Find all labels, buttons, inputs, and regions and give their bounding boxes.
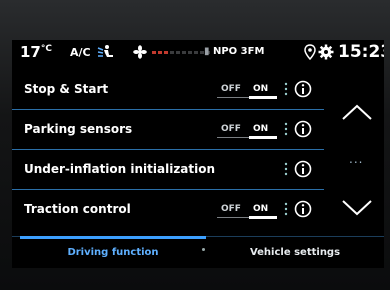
location-pin-icon: [304, 44, 316, 60]
status-bar: 17°C A/C ▮ NPO 3FM 15:2: [12, 40, 384, 66]
setting-label: Traction control: [24, 202, 131, 216]
setting-label: Parking sensors: [24, 122, 133, 136]
clock: 15:23: [338, 42, 384, 62]
more-options-icon[interactable]: [284, 202, 288, 216]
setting-row-under-inflation[interactable]: Under-inflation initialization: [12, 150, 324, 190]
toggle-thumb: [249, 216, 277, 219]
setting-label: Under-inflation initialization: [24, 162, 216, 176]
fan-speed-segment: [170, 51, 174, 54]
tab-driving-function[interactable]: Driving function: [20, 236, 206, 268]
tab-label: Vehicle settings: [249, 247, 341, 258]
scroll-panel: ...: [330, 70, 384, 235]
fan-speed-segment: [188, 51, 192, 54]
fan-icon[interactable]: [133, 45, 147, 59]
toggle-on-label: ON: [253, 84, 269, 94]
bottom-tabs: Driving function Vehicle settings: [12, 236, 384, 268]
radio-station[interactable]: ▮ NPO 3FM: [204, 46, 264, 57]
toggle-thumb: [249, 96, 277, 99]
fan-speed-bar: [152, 51, 210, 54]
toggle-thumb: [249, 136, 277, 139]
fan-speed-segment: [158, 51, 162, 54]
temperature-unit: °C: [40, 44, 52, 54]
setting-row-stop-start[interactable]: Stop & Start OFF ON: [12, 70, 324, 110]
scroll-down-icon[interactable]: [340, 198, 374, 218]
toggle-off-label: OFF: [221, 204, 241, 214]
toggle-on-label: ON: [253, 204, 269, 214]
toggle-off-label: OFF: [221, 84, 241, 94]
setting-row-traction-control[interactable]: Traction control OFF ON: [12, 190, 324, 230]
info-icon[interactable]: [294, 80, 312, 98]
info-icon[interactable]: [294, 120, 312, 138]
info-icon[interactable]: [294, 200, 312, 218]
ac-button[interactable]: A/C: [70, 46, 91, 59]
fan-speed-segment: [182, 51, 186, 54]
info-icon[interactable]: [294, 160, 312, 178]
radio-station-label: NPO 3FM: [212, 46, 265, 57]
scroll-up-icon[interactable]: [340, 102, 374, 122]
traction-control-toggle[interactable]: OFF ON: [217, 202, 277, 219]
fan-speed-segment: [176, 51, 180, 54]
more-options-icon[interactable]: [284, 82, 288, 96]
more-indicator: ...: [349, 152, 364, 166]
toggle-off-label: OFF: [221, 124, 241, 134]
more-options-icon[interactable]: [284, 162, 288, 176]
gear-icon[interactable]: [318, 44, 334, 60]
fan-speed-segment: [194, 51, 198, 54]
more-options-icon[interactable]: [284, 122, 288, 136]
tab-label: Driving function: [67, 247, 159, 258]
infotainment-screen: 17°C A/C ▮ NPO 3FM 15:2 Stop & Start OFF…: [12, 40, 384, 268]
temperature-value: 17: [20, 43, 41, 61]
temperature[interactable]: 17°C: [20, 43, 52, 61]
stop-start-toggle[interactable]: OFF ON: [217, 82, 277, 99]
fan-speed-segment: [164, 51, 168, 54]
fan-speed-segment: [152, 51, 156, 54]
toggle-on-label: ON: [253, 124, 269, 134]
setting-row-parking-sensors[interactable]: Parking sensors OFF ON: [12, 110, 324, 150]
tab-vehicle-settings[interactable]: Vehicle settings: [206, 236, 384, 268]
setting-label: Stop & Start: [24, 82, 109, 96]
air-distribution-icon[interactable]: [96, 44, 116, 60]
parking-sensors-toggle[interactable]: OFF ON: [217, 122, 277, 139]
active-tab-indicator: [20, 236, 206, 239]
